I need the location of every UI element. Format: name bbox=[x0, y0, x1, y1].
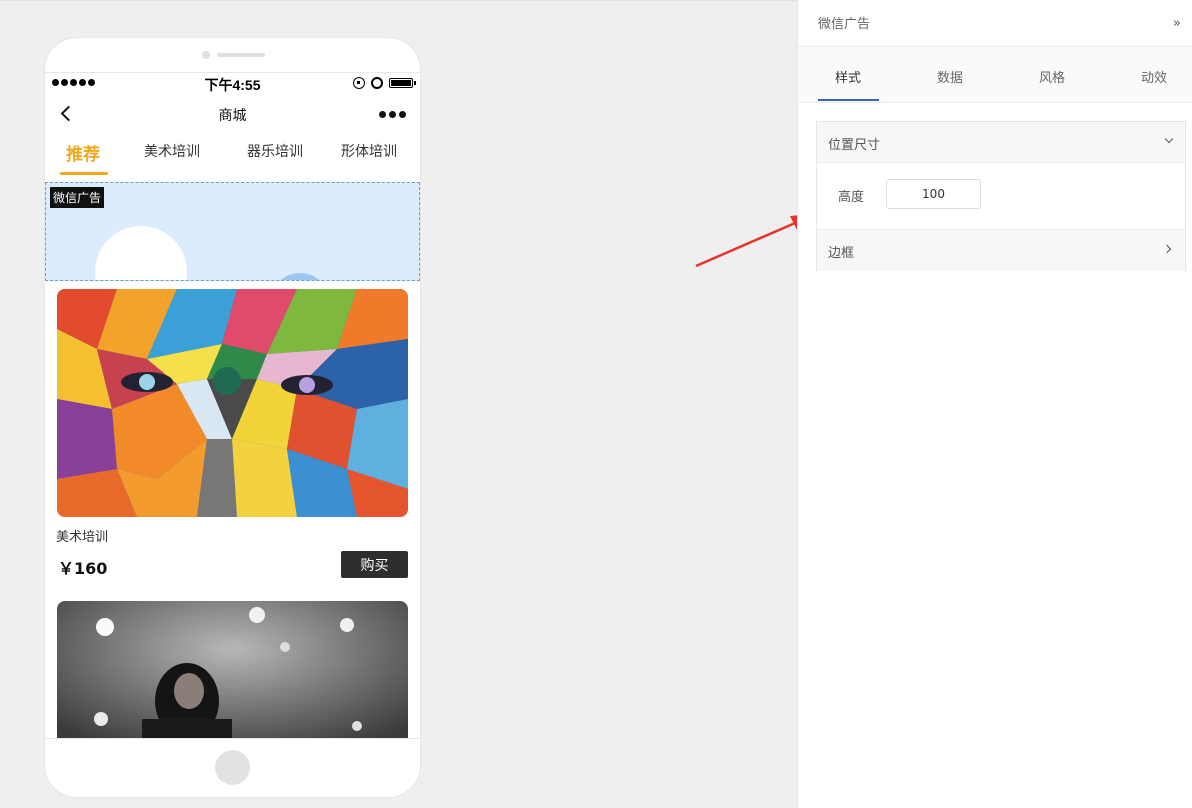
panel-tab-active-indicator bbox=[818, 99, 879, 101]
tab-style[interactable]: 样式 bbox=[835, 67, 861, 86]
alarm-icon bbox=[371, 77, 383, 89]
buy-button[interactable]: 购买 bbox=[341, 551, 408, 578]
border-section-header[interactable]: 边框 bbox=[817, 230, 1185, 271]
tab-theme[interactable]: 风格 bbox=[1039, 67, 1065, 86]
chevron-down-icon bbox=[1164, 134, 1174, 144]
position-size-header[interactable]: 位置尺寸 bbox=[817, 122, 1185, 163]
height-label: 高度 bbox=[838, 190, 865, 205]
editor-canvas: 下午4:55 商城 推荐 美术培训 器乐培训 形体培训 微信广告 美术培训 ￥1… bbox=[0, 0, 812, 808]
ad-placeholder-shape bbox=[270, 273, 330, 280]
height-field-row: 高度 bbox=[817, 163, 1185, 230]
section-title: 位置尺寸 bbox=[828, 138, 881, 153]
status-bar: 下午4:55 bbox=[45, 73, 420, 95]
app-navbar: 商城 bbox=[45, 95, 420, 133]
ad-component-label: 微信广告 bbox=[50, 187, 105, 208]
category-tabs: 推荐 美术培训 器乐培训 形体培训 bbox=[45, 133, 420, 177]
tab-animation[interactable]: 动效 bbox=[1141, 67, 1167, 86]
home-button[interactable] bbox=[215, 750, 250, 785]
nav-title: 商城 bbox=[218, 108, 247, 124]
panel-title: 微信广告 bbox=[818, 17, 871, 32]
tab-art-training[interactable]: 美术培训 bbox=[144, 141, 200, 161]
product-image[interactable] bbox=[57, 289, 408, 517]
camera-dot bbox=[202, 51, 210, 59]
tab-data[interactable]: 数据 bbox=[937, 67, 963, 86]
section-title: 边框 bbox=[828, 246, 855, 261]
panel-tabs: 样式 数据 风格 动效 bbox=[798, 47, 1192, 103]
product-image[interactable] bbox=[57, 601, 408, 761]
tab-instrument-training[interactable]: 器乐培训 bbox=[247, 141, 303, 161]
more-icon[interactable] bbox=[379, 111, 406, 118]
height-input[interactable] bbox=[886, 179, 981, 209]
rotation-lock-icon bbox=[353, 77, 365, 89]
tab-recommend[interactable]: 推荐 bbox=[66, 140, 100, 165]
product-price: ￥160 bbox=[58, 559, 108, 578]
product-name: 美术培训 bbox=[56, 530, 109, 545]
collapse-panel-icon[interactable]: » bbox=[1173, 16, 1181, 31]
phone-top-bezel bbox=[45, 38, 420, 73]
tab-active-indicator bbox=[60, 172, 108, 175]
phone-preview: 下午4:55 商城 推荐 美术培训 器乐培训 形体培训 微信广告 美术培训 ￥1… bbox=[45, 38, 420, 797]
battery-icon bbox=[389, 78, 416, 88]
wechat-ad-component[interactable]: 微信广告 bbox=[45, 182, 420, 281]
properties-panel: 微信广告 » 样式 数据 风格 动效 位置尺寸 高度 边框 bbox=[797, 0, 1192, 808]
tab-body-training[interactable]: 形体培训 bbox=[341, 141, 397, 161]
phone-bottom-bezel bbox=[45, 738, 420, 797]
chevron-right-icon bbox=[1162, 244, 1172, 254]
position-size-section: 位置尺寸 高度 边框 bbox=[816, 121, 1186, 271]
speaker-grille bbox=[217, 53, 265, 57]
panel-header: 微信广告 » bbox=[798, 0, 1192, 47]
ad-placeholder-shape bbox=[95, 226, 187, 280]
